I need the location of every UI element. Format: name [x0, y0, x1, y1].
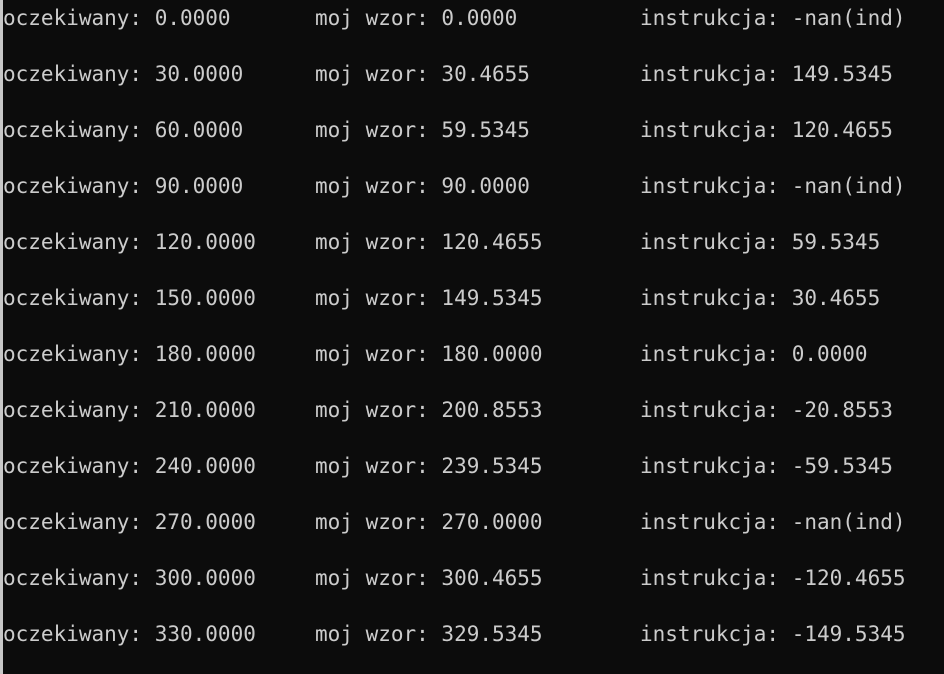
formula-value: moj wzor: 329.5345 [315, 622, 543, 646]
formula-value: moj wzor: 200.8553 [315, 398, 543, 422]
formula-value: moj wzor: 180.0000 [315, 342, 543, 366]
instruction-value: instrukcja: 30.4655 [640, 286, 881, 310]
formula-value: moj wzor: 59.5345 [315, 118, 530, 142]
formula-value: moj wzor: 0.0000 [315, 6, 518, 30]
output-line: oczekiwany: 180.0000 moj wzor: 180.0000 … [0, 334, 944, 374]
formula-value: moj wzor: 30.4655 [315, 62, 530, 86]
formula-value: moj wzor: 270.0000 [315, 510, 543, 534]
instruction-value: instrukcja: 59.5345 [640, 230, 881, 254]
expected-value: oczekiwany: 210.0000 [3, 398, 256, 422]
output-line: oczekiwany: 270.0000 moj wzor: 270.0000 … [0, 502, 944, 542]
instruction-value: instrukcja: -59.5345 [640, 454, 893, 478]
output-line: oczekiwany: 240.0000 moj wzor: 239.5345 … [0, 446, 944, 486]
output-line: oczekiwany: 90.0000 moj wzor: 90.0000 in… [0, 166, 944, 206]
instruction-value: instrukcja: 149.5345 [640, 62, 893, 86]
instruction-value: instrukcja: -nan(ind) [640, 6, 906, 30]
instruction-value: instrukcja: -20.8553 [640, 398, 893, 422]
instruction-value: instrukcja: -nan(ind) [640, 510, 906, 534]
output-line: oczekiwany: 60.0000 moj wzor: 59.5345 in… [0, 110, 944, 150]
terminal-output[interactable]: oczekiwany: 0.0000 moj wzor: 0.0000 inst… [0, 0, 944, 674]
expected-value: oczekiwany: 300.0000 [3, 566, 256, 590]
instruction-value: instrukcja: -nan(ind) [640, 174, 906, 198]
expected-value: oczekiwany: 270.0000 [3, 510, 256, 534]
instruction-value: instrukcja: -120.4655 [640, 566, 906, 590]
output-line: oczekiwany: 120.0000 moj wzor: 120.4655 … [0, 222, 944, 262]
formula-value: moj wzor: 239.5345 [315, 454, 543, 478]
formula-value: moj wzor: 120.4655 [315, 230, 543, 254]
expected-value: oczekiwany: 330.0000 [3, 622, 256, 646]
expected-value: oczekiwany: 150.0000 [3, 286, 256, 310]
instruction-value: instrukcja: -149.5345 [640, 622, 906, 646]
output-line: oczekiwany: 150.0000 moj wzor: 149.5345 … [0, 278, 944, 318]
expected-value: oczekiwany: 0.0000 [3, 6, 231, 30]
output-line: oczekiwany: 30.0000 moj wzor: 30.4655 in… [0, 54, 944, 94]
instruction-value: instrukcja: 0.0000 [640, 342, 868, 366]
expected-value: oczekiwany: 180.0000 [3, 342, 256, 366]
formula-value: moj wzor: 90.0000 [315, 174, 530, 198]
output-line: oczekiwany: 210.0000 moj wzor: 200.8553 … [0, 390, 944, 430]
expected-value: oczekiwany: 240.0000 [3, 454, 256, 478]
formula-value: moj wzor: 300.4655 [315, 566, 543, 590]
expected-value: oczekiwany: 90.0000 [3, 174, 244, 198]
output-line: oczekiwany: 330.0000 moj wzor: 329.5345 … [0, 614, 944, 654]
expected-value: oczekiwany: 60.0000 [3, 118, 244, 142]
output-line: oczekiwany: 300.0000 moj wzor: 300.4655 … [0, 558, 944, 598]
expected-value: oczekiwany: 120.0000 [3, 230, 256, 254]
formula-value: moj wzor: 149.5345 [315, 286, 543, 310]
output-line: oczekiwany: 0.0000 moj wzor: 0.0000 inst… [0, 0, 944, 38]
instruction-value: instrukcja: 120.4655 [640, 118, 893, 142]
expected-value: oczekiwany: 30.0000 [3, 62, 244, 86]
